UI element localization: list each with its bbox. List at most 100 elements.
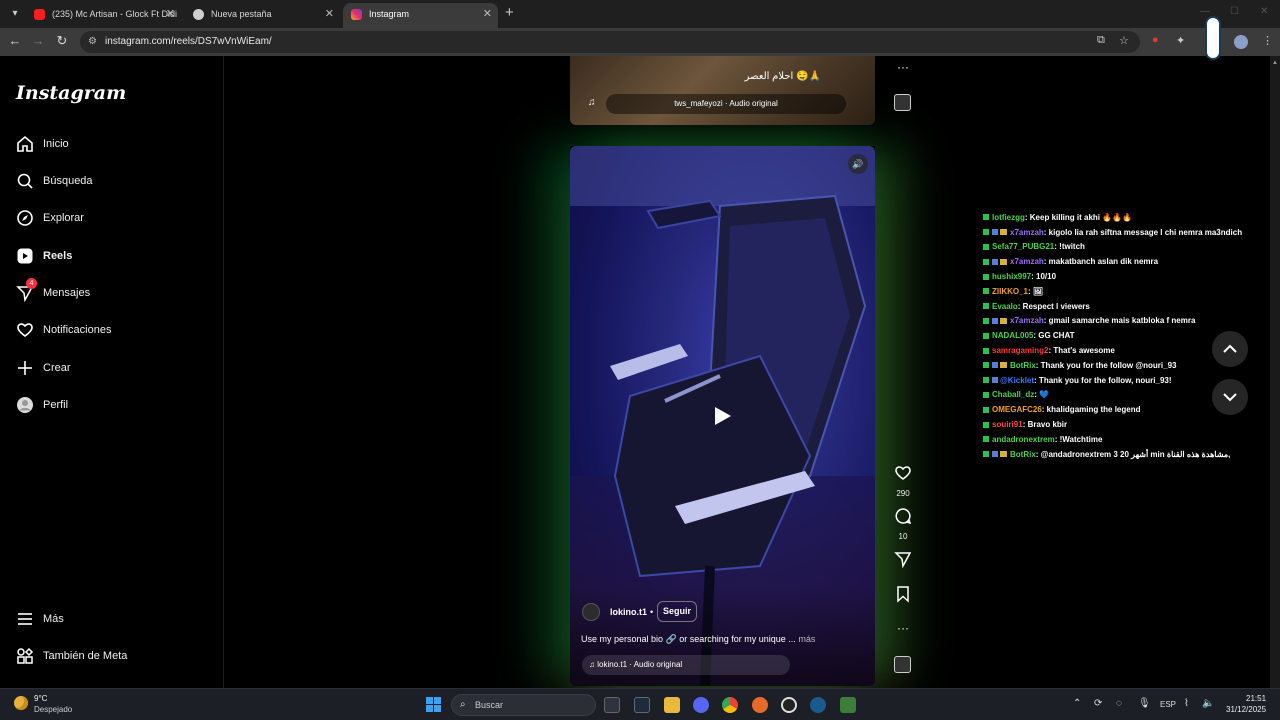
network-icon[interactable]: ◌ [1116, 698, 1122, 709]
chrome-icon[interactable] [722, 697, 738, 713]
chat-username[interactable]: Chaball_dz [992, 390, 1034, 399]
next-reel-button[interactable] [1212, 379, 1248, 415]
current-reel[interactable]: 🔊 lokino.t1 • Seguir Use my personal bio… [570, 146, 875, 686]
previous-reel-button[interactable] [1212, 331, 1248, 367]
previous-audio-thumbnail[interactable] [894, 94, 911, 111]
obs-icon[interactable] [781, 697, 797, 713]
weather-temperature[interactable]: 9°C [34, 694, 47, 703]
taskbar-search[interactable]: ⌕ Buscar [451, 694, 596, 716]
author-username[interactable]: lokino.t1 [610, 607, 647, 617]
close-tab-icon[interactable]: ✕ [483, 3, 492, 25]
chat-username[interactable]: BotRix [1010, 361, 1036, 370]
site-info-icon[interactable]: ⚙ [88, 36, 97, 47]
profile-avatar-icon[interactable] [1234, 35, 1248, 49]
browser-menu-icon[interactable]: ⋮ [1262, 34, 1273, 47]
heart-icon[interactable] [894, 464, 912, 482]
sidebar-item-crear[interactable]: Crear [16, 356, 71, 380]
chat-username[interactable]: BotRix [1010, 450, 1036, 459]
sync-icon[interactable]: ⟳ [1094, 698, 1102, 709]
previous-reel-audio[interactable]: tws_mafeyozi · Audio original [606, 94, 846, 114]
follow-button[interactable]: Seguir [657, 601, 698, 622]
close-tab-icon[interactable]: ✕ [325, 3, 334, 25]
install-app-icon[interactable]: ⧉ [1097, 34, 1105, 47]
close-window-icon[interactable]: ✕ [1260, 6, 1268, 17]
share-icon[interactable] [894, 550, 912, 569]
sidebar-item-busqueda[interactable]: Búsqueda [16, 169, 93, 193]
close-tab-icon[interactable]: ✕ [166, 3, 175, 25]
more-link[interactable]: más [798, 634, 815, 644]
tab-search-button[interactable]: ▾ [6, 5, 24, 23]
new-tab-button[interactable]: + [505, 4, 514, 21]
scroll-up-arrow-icon[interactable]: ▲ [1272, 60, 1278, 66]
share-action[interactable] [890, 550, 916, 573]
previous-reel[interactable]: احلام العصر 🤤🙏 ♫ tws_mafeyozi · Audio or… [570, 56, 875, 125]
sidebar-item-explorar[interactable]: Explorar [16, 206, 84, 230]
chat-username[interactable]: x7amzah [1010, 316, 1044, 325]
game-icon[interactable] [840, 697, 856, 713]
chat-username[interactable]: NADAL005 [992, 331, 1033, 340]
reload-icon[interactable]: ↻ [53, 33, 71, 49]
play-icon[interactable] [710, 404, 734, 428]
chat-username[interactable]: ZIIKKO_1 [992, 287, 1028, 296]
microphone-icon[interactable]: 🎙 [1138, 698, 1151, 709]
sidebar-item-mensajes[interactable]: 4 Mensajes [16, 278, 90, 305]
url-text[interactable]: instagram.com/reels/DS7wVnWiEam/ [105, 36, 272, 47]
chat-username[interactable]: souiri91 [992, 420, 1023, 429]
language-indicator[interactable]: ESP [1160, 700, 1176, 709]
tray-chevron-icon[interactable]: ⌃ [1073, 698, 1081, 709]
discord-icon[interactable] [693, 697, 709, 713]
extensions-puzzle-icon[interactable]: ✦ [1176, 34, 1185, 47]
audio-thumbnail[interactable] [894, 656, 911, 673]
chat-username[interactable]: @Kicklet [1000, 376, 1034, 385]
clock-date[interactable]: 31/12/2025 [1226, 705, 1266, 714]
instagram-logo[interactable]: Instagram [16, 82, 126, 104]
forward-icon[interactable]: → [29, 33, 47, 48]
comment-action[interactable]: 10 [890, 507, 916, 541]
tab-new[interactable]: Nueva pestaña ✕ [185, 3, 340, 28]
minimize-icon[interactable]: — [1200, 6, 1210, 17]
extension-icon[interactable]: ● [1152, 34, 1159, 46]
sidebar-item-inicio[interactable]: Inicio [16, 132, 69, 156]
maximize-icon[interactable]: ☐ [1230, 6, 1239, 17]
chat-username[interactable]: lotfiezgg [992, 213, 1025, 222]
chat-username[interactable]: x7amzah [1010, 228, 1044, 237]
steam-icon[interactable] [810, 697, 826, 713]
reel-description[interactable]: Use my personal bio 🔗 or searching for m… [581, 634, 815, 645]
sidebar-item-mas[interactable]: Más [16, 607, 64, 631]
weather-condition[interactable]: Despejado [34, 705, 72, 714]
bookmark-icon[interactable] [894, 585, 912, 603]
terminal-app-icon[interactable] [634, 697, 650, 713]
sidebar-item-perfil[interactable]: Perfil [16, 393, 68, 417]
author-avatar[interactable] [582, 603, 600, 621]
bookmark-star-icon[interactable]: ☆ [1119, 34, 1129, 47]
sidebar-item-reels[interactable]: Reels [16, 244, 72, 268]
page-scrollbar[interactable]: ▲ [1270, 56, 1280, 688]
volume-icon[interactable]: 🔊 [848, 154, 868, 174]
weather-moon-icon[interactable] [14, 696, 28, 710]
chat-username[interactable]: x7amzah [1010, 257, 1044, 266]
chat-username[interactable]: andadronextrem [992, 435, 1055, 444]
wifi-icon[interactable]: ⌇ [1184, 698, 1189, 709]
folder-icon[interactable] [664, 697, 680, 713]
comment-icon[interactable] [894, 507, 912, 525]
tab-instagram[interactable]: Instagram ✕ [343, 3, 498, 28]
mic-app-icon[interactable] [752, 697, 768, 713]
tab-youtube[interactable]: (235) Mc Artisan - Glock Ft Didi ✕ [26, 3, 181, 28]
clock-time[interactable]: 21:51 [1246, 694, 1266, 703]
chat-username[interactable]: samragaming2 [992, 346, 1048, 355]
reel-audio-pill[interactable]: ♫ lokino.t1 · Audio original [582, 655, 790, 675]
chat-username[interactable]: hushix997 [992, 272, 1031, 281]
save-action[interactable] [890, 585, 916, 608]
like-action[interactable]: 290 [890, 464, 916, 498]
address-bar[interactable]: ⚙ instagram.com/reels/DS7wVnWiEam/ [80, 31, 1140, 53]
sidebar-item-meta[interactable]: También de Meta [16, 644, 127, 668]
chat-username[interactable]: Sefa77_PUBG21 [992, 242, 1054, 251]
chat-username[interactable]: Evaalo [992, 302, 1018, 311]
more-options-icon[interactable]: ··· [890, 621, 916, 635]
previous-more-options-icon[interactable]: ··· [890, 60, 916, 74]
chat-username[interactable]: OMEGAFC26 [992, 405, 1042, 414]
start-button[interactable] [426, 697, 441, 712]
sidebar-item-notificaciones[interactable]: Notificaciones [16, 318, 111, 342]
task-view-icon[interactable] [604, 697, 620, 713]
volume-icon[interactable]: 🔈 [1202, 698, 1214, 709]
